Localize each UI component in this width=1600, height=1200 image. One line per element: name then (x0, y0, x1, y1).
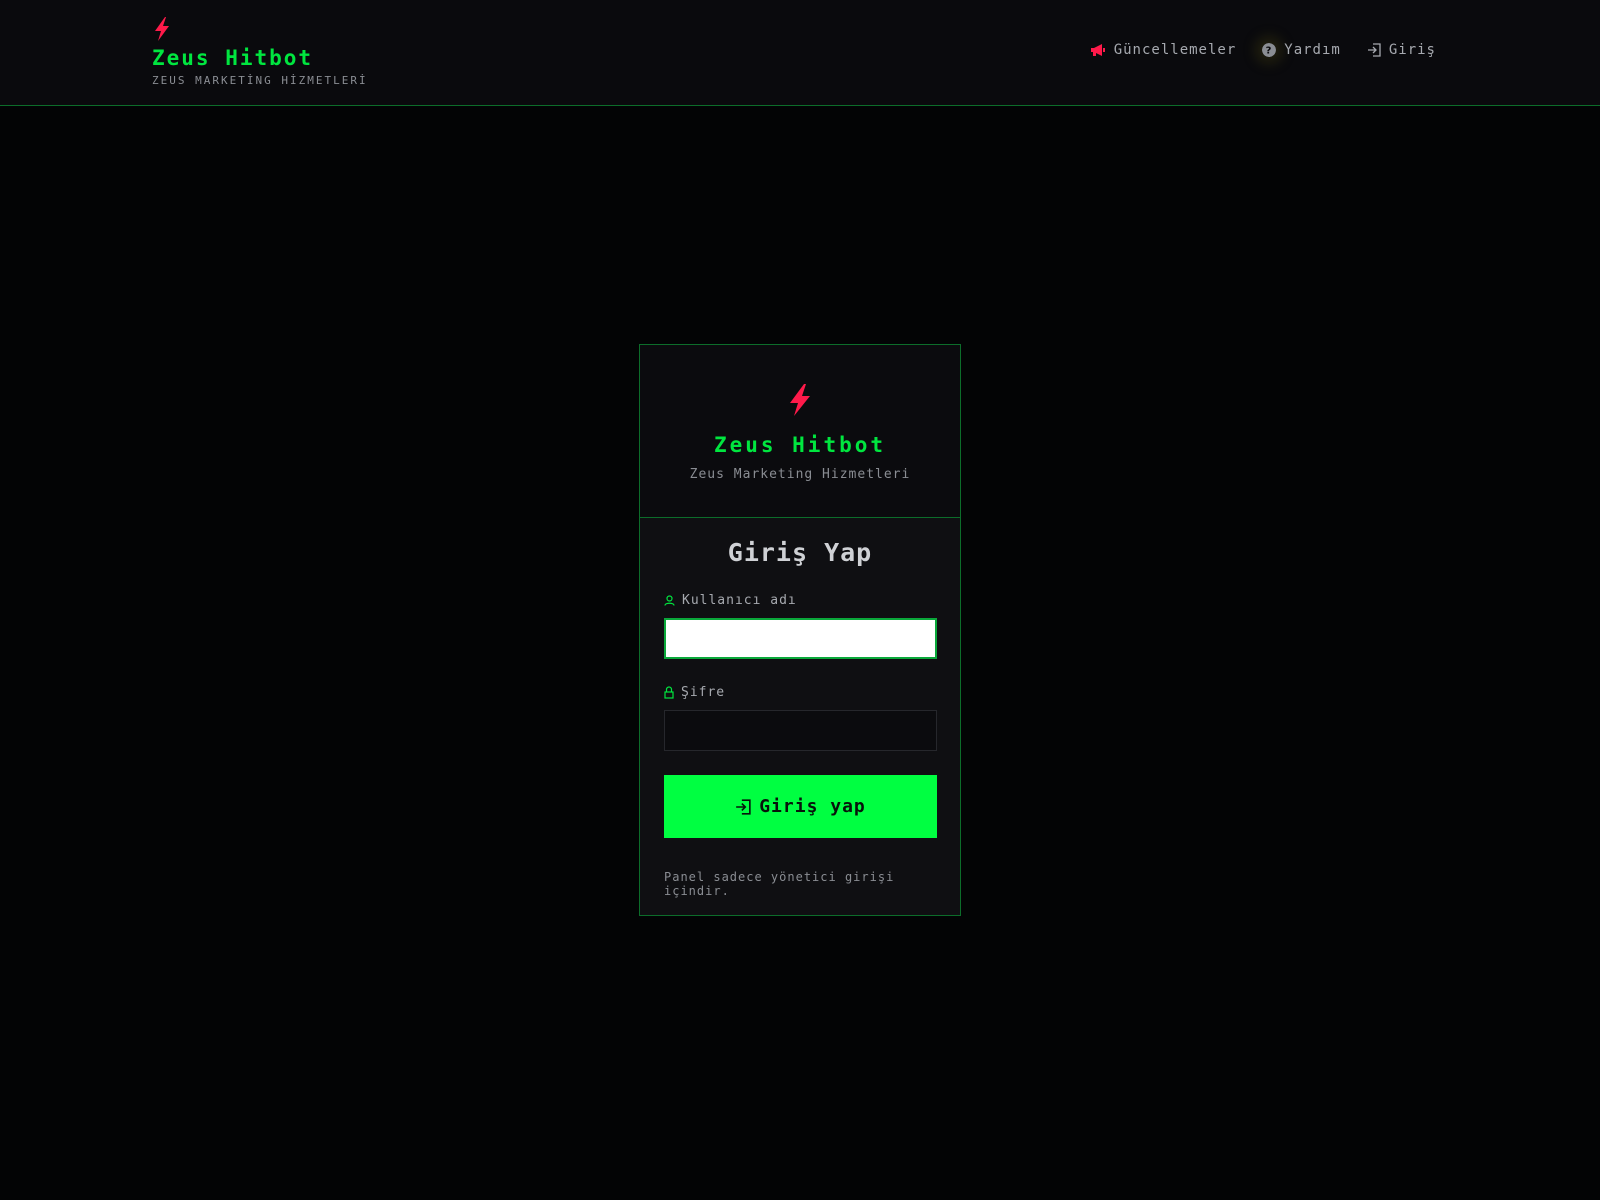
lightning-bolt-icon (155, 17, 169, 41)
lightning-bolt-icon (790, 384, 810, 416)
username-input[interactable] (664, 618, 937, 659)
top-navbar: Zeus Hitbot ZEUS MARKETİNG HİZMETLERİ Gü… (0, 0, 1600, 106)
megaphone-icon (1090, 44, 1105, 56)
nav-updates-label: Güncellemeler (1113, 42, 1237, 58)
login-submit-label: Giriş yap (759, 796, 866, 817)
nav-help[interactable]: ? Yardım (1262, 42, 1341, 58)
login-submit-button[interactable]: Giriş yap (664, 775, 937, 838)
admin-only-note: Panel sadece yönetici girişi içindir. (664, 870, 895, 898)
user-icon (664, 595, 675, 606)
login-card-header: Zeus Hitbot Zeus Marketing Hizmetleri (640, 345, 960, 518)
brand[interactable]: Zeus Hitbot ZEUS MARKETİNG HİZMETLERİ (152, 16, 368, 87)
form-title: Giriş Yap (727, 538, 873, 567)
password-label: Şifre (664, 685, 936, 700)
password-label-text: Şifre (681, 685, 726, 700)
login-card: Zeus Hitbot Zeus Marketing Hizmetleri Gi… (639, 344, 961, 916)
nav-login-label: Giriş (1388, 42, 1436, 58)
username-label-text: Kullanıcı adı (682, 593, 797, 608)
brand-subtitle: ZEUS MARKETİNG HİZMETLERİ (152, 74, 368, 87)
brand-title: Zeus Hitbot (152, 46, 314, 70)
top-nav: Güncellemeler ? Yardım Giriş (1064, 42, 1436, 58)
nav-updates[interactable]: Güncellemeler (1090, 42, 1237, 58)
card-title: Zeus Hitbot (713, 433, 887, 457)
login-icon (736, 798, 751, 815)
svg-text:?: ? (1266, 46, 1273, 57)
nav-help-label: Yardım (1284, 42, 1341, 58)
card-subtitle: Zeus Marketing Hizmetleri (689, 467, 911, 482)
help-circle-icon: ? (1262, 43, 1277, 57)
username-label: Kullanıcı adı (664, 593, 936, 608)
nav-login[interactable]: Giriş (1367, 42, 1436, 58)
login-icon (1367, 43, 1381, 57)
password-input[interactable] (664, 710, 937, 751)
lock-icon (664, 686, 674, 699)
login-form: Giriş Yap Kullanıcı adı Şifre Giriş yap (640, 518, 960, 898)
